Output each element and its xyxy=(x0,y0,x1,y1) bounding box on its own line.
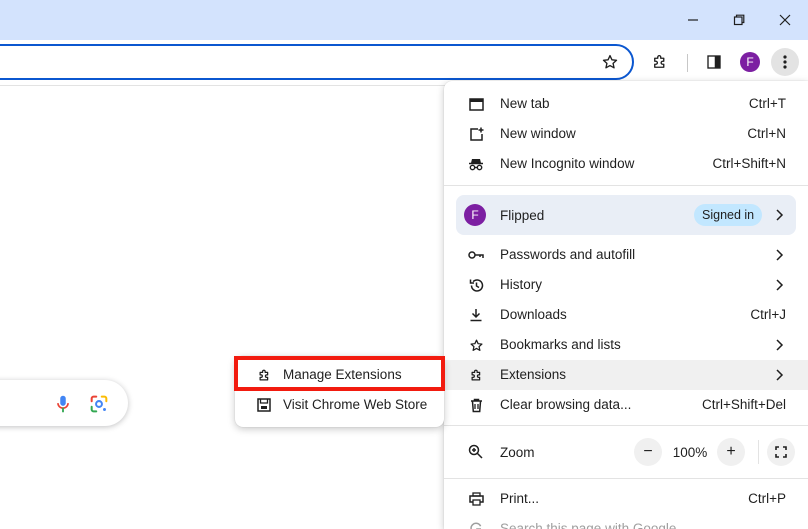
menu-item-shortcut: Ctrl+P xyxy=(748,491,786,506)
menu-item-shortcut: Ctrl+N xyxy=(747,126,786,141)
more-vert-icon xyxy=(783,55,787,69)
menu-item-label: History xyxy=(500,277,543,292)
chevron-right-icon xyxy=(776,209,784,221)
menu-item-label: Passwords and autofill xyxy=(500,247,636,262)
address-bar[interactable] xyxy=(0,44,634,80)
key-icon xyxy=(468,247,484,263)
chrome-main-menu: New tab Ctrl+T New window Ctrl+N New Inc… xyxy=(444,81,808,529)
menu-item-new-tab[interactable]: New tab Ctrl+T xyxy=(444,89,808,119)
zoom-row: Zoom − 100% + xyxy=(444,432,808,472)
menu-item-shortcut: Ctrl+J xyxy=(750,307,786,322)
menu-item-extensions[interactable]: Extensions xyxy=(444,360,808,390)
menu-item-label: Search this page with Google xyxy=(500,521,677,529)
menu-item-downloads[interactable]: Downloads Ctrl+J xyxy=(444,300,808,330)
menu-divider xyxy=(444,425,808,426)
fullscreen-icon xyxy=(775,446,787,458)
menu-item-label: Clear browsing data... xyxy=(500,397,632,412)
minimize-icon xyxy=(688,19,698,21)
menu-item-label: New Incognito window xyxy=(500,156,635,171)
submenu-item-visit-web-store[interactable]: Visit Chrome Web Store xyxy=(235,390,444,420)
menu-item-new-incognito-window[interactable]: New Incognito window Ctrl+Shift+N xyxy=(444,149,808,179)
menu-item-label: Extensions xyxy=(500,367,567,382)
menu-item-label: Bookmarks and lists xyxy=(500,337,621,352)
menu-item-label: New tab xyxy=(500,96,550,111)
menu-item-search-with-google[interactable]: Search this page with Google xyxy=(444,514,808,529)
signed-in-badge: Signed in xyxy=(694,204,763,226)
menu-item-shortcut: Ctrl+Shift+Del xyxy=(701,397,786,412)
zoom-label: Zoom xyxy=(500,445,535,460)
submenu-item-label: Visit Chrome Web Store xyxy=(283,397,428,412)
star-icon xyxy=(468,337,484,353)
print-icon xyxy=(468,491,484,507)
web-store-icon xyxy=(256,397,272,413)
minimize-button[interactable] xyxy=(670,0,716,40)
zoom-in-label: + xyxy=(726,443,736,460)
menu-item-shortcut: Ctrl+Shift+N xyxy=(712,156,786,171)
bookmark-star-icon xyxy=(602,54,618,69)
menu-item-new-window[interactable]: New window Ctrl+N xyxy=(444,119,808,149)
voice-search-icon[interactable] xyxy=(52,393,74,415)
fullscreen-button[interactable] xyxy=(767,438,795,466)
chevron-right-icon xyxy=(776,339,784,351)
chevron-right-icon xyxy=(776,369,784,381)
chevron-right-icon xyxy=(776,249,784,261)
new-window-icon xyxy=(468,126,484,142)
close-icon xyxy=(779,14,791,26)
google-lens-icon[interactable] xyxy=(88,393,110,415)
zoom-out-label: − xyxy=(643,443,653,460)
zoom-level: 100% xyxy=(672,445,708,460)
extensions-puzzle-icon xyxy=(654,55,665,68)
zoom-icon xyxy=(468,444,484,460)
menu-item-passwords[interactable]: Passwords and autofill xyxy=(444,240,808,270)
extensions-icon xyxy=(468,367,484,383)
side-panel-button[interactable] xyxy=(700,48,728,76)
highlight-box xyxy=(234,356,445,391)
avatar: F xyxy=(740,52,760,72)
menu-divider xyxy=(444,185,808,186)
extensions-button[interactable] xyxy=(646,48,674,76)
menu-item-label: Downloads xyxy=(500,307,567,322)
menu-item-history[interactable]: History xyxy=(444,270,808,300)
zoom-out-button[interactable]: − xyxy=(634,438,662,466)
zoom-divider xyxy=(758,440,759,464)
download-icon xyxy=(468,307,484,323)
browser-toolbar: F xyxy=(0,40,808,86)
menu-item-print[interactable]: Print... Ctrl+P xyxy=(444,484,808,514)
google-search-box[interactable] xyxy=(0,380,128,426)
history-icon xyxy=(468,277,484,293)
incognito-icon xyxy=(468,156,484,172)
avatar: F xyxy=(464,204,486,226)
bookmark-star-button[interactable] xyxy=(596,48,624,76)
profile-button[interactable]: F xyxy=(736,48,764,76)
chrome-menu-button[interactable] xyxy=(771,48,799,76)
title-bar xyxy=(0,0,808,40)
menu-item-label: Print... xyxy=(500,491,540,506)
menu-item-shortcut: Ctrl+T xyxy=(748,96,786,111)
zoom-in-button[interactable]: + xyxy=(717,438,745,466)
restore-icon xyxy=(733,14,745,26)
chevron-right-icon xyxy=(776,279,784,291)
google-g-icon xyxy=(468,521,484,529)
restore-button[interactable] xyxy=(716,0,762,40)
side-panel-icon xyxy=(707,55,721,69)
new-tab-icon xyxy=(468,96,484,112)
close-button[interactable] xyxy=(762,0,808,40)
menu-item-bookmarks[interactable]: Bookmarks and lists xyxy=(444,330,808,360)
profile-name: Flipped xyxy=(500,208,545,223)
toolbar-divider xyxy=(687,54,688,72)
menu-divider xyxy=(444,478,808,479)
profile-row[interactable]: F Flipped Signed in xyxy=(456,195,796,235)
menu-item-clear-browsing-data[interactable]: Clear browsing data... Ctrl+Shift+Del xyxy=(444,390,808,420)
menu-item-label: New window xyxy=(500,126,576,141)
trash-icon xyxy=(468,397,484,413)
